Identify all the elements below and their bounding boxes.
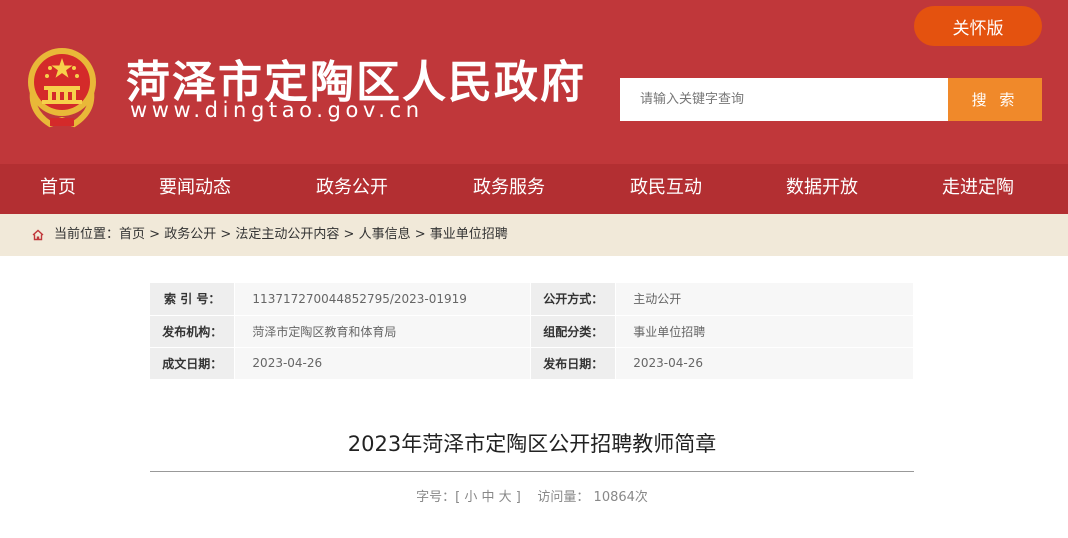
category-value: 事业单位招聘: [615, 315, 914, 348]
breadcrumb-separator: >: [216, 227, 236, 242]
published-date-value: 2023-04-26: [615, 347, 914, 380]
index-number-value: 113717270044852795/2023-01919: [234, 283, 532, 316]
care-mode-button[interactable]: 关怀版: [914, 6, 1042, 46]
font-size-large-button[interactable]: 大: [499, 490, 512, 505]
nav-item-interaction[interactable]: 政民互动: [630, 164, 702, 214]
breadcrumb-personnel-info[interactable]: 人事信息: [359, 227, 411, 242]
public-mode-value: 主动公开: [615, 283, 914, 316]
nav-item-home[interactable]: 首页: [40, 164, 76, 214]
main-nav: 首页 要闻动态 政务公开 政务服务 政民互动 数据开放 走进定陶: [0, 164, 1068, 214]
breadcrumb-statutory-disclosure[interactable]: 法定主动公开内容: [235, 227, 339, 242]
breadcrumb-home[interactable]: 首页: [119, 227, 145, 242]
nav-item-gov-services[interactable]: 政务服务: [473, 164, 545, 214]
search-input[interactable]: [620, 78, 948, 121]
public-mode-label: 公开方式：: [530, 283, 617, 316]
table-row: 成文日期： 2023-04-26 发布日期： 2023-04-26: [150, 347, 914, 380]
font-size-small-button[interactable]: 小: [464, 490, 477, 505]
breadcrumb: 当前位置：首页 > 政务公开 > 法定主动公开内容 > 人事信息 > 事业单位招…: [54, 214, 508, 256]
font-size-medium-button[interactable]: 中: [481, 490, 494, 505]
created-date-value: 2023-04-26: [234, 347, 532, 380]
table-row: 发布机构： 菏泽市定陶区教育和体育局 组配分类： 事业单位招聘: [150, 315, 914, 348]
search-button[interactable]: 搜 索: [948, 78, 1042, 121]
home-icon: [32, 229, 44, 241]
breadcrumb-gov-affairs[interactable]: 政务公开: [164, 227, 216, 242]
article-title: 2023年菏泽市定陶区公开招聘教师简章: [347, 432, 717, 456]
breadcrumb-recruitment[interactable]: 事业单位招聘: [430, 227, 508, 242]
publisher-value: 菏泽市定陶区教育和体育局: [234, 315, 532, 348]
breadcrumb-prefix: 当前位置：: [54, 227, 120, 242]
site-url: www.dingtao.gov.cn: [130, 98, 424, 122]
national-emblem-icon: [28, 48, 96, 128]
breadcrumb-separator: >: [145, 227, 165, 242]
created-date-label: 成文日期：: [150, 347, 236, 380]
nav-item-news[interactable]: 要闻动态: [159, 164, 231, 214]
nav-item-about-dingtao[interactable]: 走进定陶: [942, 164, 1014, 214]
index-number-label: 索 引 号：: [150, 283, 236, 316]
breadcrumb-separator: >: [410, 227, 430, 242]
publisher-label: 发布机构：: [150, 315, 236, 348]
visits-label: 访问量：: [537, 490, 590, 505]
document-info-table: 索 引 号： 113717270044852795/2023-01919 公开方…: [150, 283, 914, 380]
article-meta: 字号：[ 小 中 大 ] 访问量： 10864次: [150, 486, 914, 505]
nav-item-open-data[interactable]: 数据开放: [786, 164, 858, 214]
site-header: 菏泽市定陶区人民政府 www.dingtao.gov.cn 关怀版 搜 索: [0, 0, 1068, 164]
font-size-label: 字号：[: [416, 490, 461, 505]
visits-count: 10864次: [593, 490, 648, 505]
font-size-end: ]: [515, 490, 521, 505]
breadcrumb-separator: >: [339, 227, 359, 242]
published-date-label: 发布日期：: [530, 347, 617, 380]
nav-item-gov-affairs[interactable]: 政务公开: [316, 164, 388, 214]
category-label: 组配分类：: [530, 315, 617, 348]
title-divider: [150, 471, 914, 472]
table-row: 索 引 号： 113717270044852795/2023-01919 公开方…: [150, 283, 914, 316]
